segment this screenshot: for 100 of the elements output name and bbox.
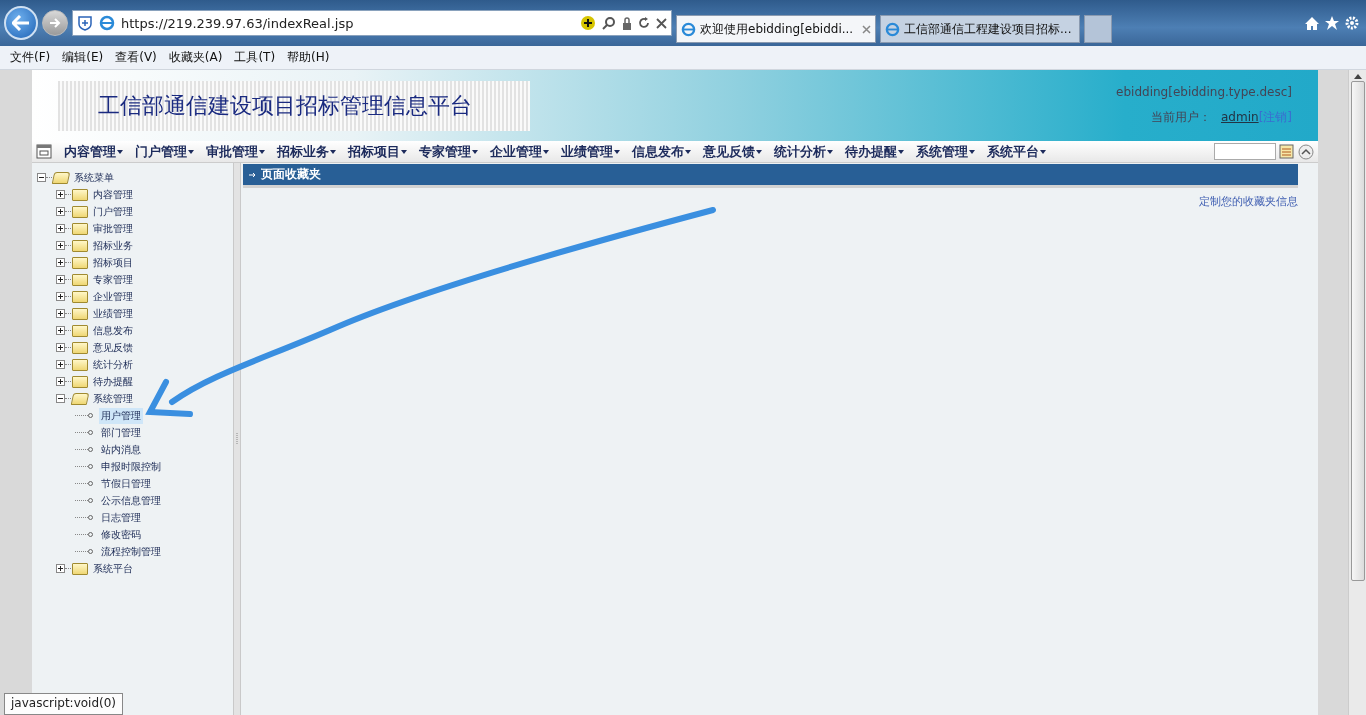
search-field[interactable]	[1214, 143, 1276, 160]
expand-toggle[interactable]	[56, 207, 65, 216]
tree-item[interactable]: 意见反馈	[91, 339, 135, 356]
tree-item[interactable]: 专家管理	[91, 271, 135, 288]
lock-icon	[622, 16, 632, 30]
nav-menu[interactable]: 专家管理	[413, 142, 484, 161]
caret-icon	[1040, 149, 1046, 154]
tree-item[interactable]: 内容管理	[91, 186, 135, 203]
browser-tab[interactable]: 工信部通信工程建设项目招标...	[880, 15, 1080, 43]
shield-icon	[77, 15, 93, 31]
menu-item[interactable]: 工具(T)	[228, 49, 282, 66]
back-button[interactable]	[4, 6, 38, 40]
tree-item[interactable]: 站内消息	[99, 441, 143, 458]
tree-item[interactable]: 公示信息管理	[99, 492, 163, 509]
folder-icon	[70, 392, 90, 405]
nav-menu[interactable]: 审批管理	[200, 142, 271, 161]
nav-menu[interactable]: 统计分析	[768, 142, 839, 161]
tree-item[interactable]: 节假日管理	[99, 475, 153, 492]
expand-toggle[interactable]	[56, 377, 65, 386]
menu-item[interactable]: 编辑(E)	[56, 49, 110, 66]
expand-toggle[interactable]	[56, 275, 65, 284]
tree-item[interactable]: 信息发布	[91, 322, 135, 339]
folder-icon	[72, 273, 88, 286]
nav-menu[interactable]: 招标项目	[342, 142, 413, 161]
expand-toggle[interactable]	[56, 309, 65, 318]
user-link[interactable]: admin	[1221, 110, 1259, 124]
expand-toggle[interactable]	[56, 258, 65, 267]
address-field[interactable]: https://219.239.97.63/indexReal.jsp	[72, 10, 672, 36]
caret-icon	[472, 149, 478, 154]
forward-button[interactable]	[42, 10, 68, 36]
tree-item[interactable]: 审批管理	[91, 220, 135, 237]
search-icon[interactable]	[602, 16, 616, 30]
tree-item[interactable]: 业绩管理	[91, 305, 135, 322]
nav-menu[interactable]: 门户管理	[129, 142, 200, 161]
nav-menu[interactable]: 待办提醒	[839, 142, 910, 161]
tree-item[interactable]: 招标项目	[91, 254, 135, 271]
scrollbar[interactable]	[1348, 70, 1366, 715]
nav-menu[interactable]: 企业管理	[484, 142, 555, 161]
close-icon[interactable]	[656, 17, 667, 29]
folder-icon	[72, 341, 88, 354]
tree-item[interactable]: 日志管理	[99, 509, 143, 526]
caret-icon	[259, 149, 265, 154]
menu-item[interactable]: 帮助(H)	[281, 49, 336, 66]
nav-menu[interactable]: 系统管理	[910, 142, 981, 161]
caret-icon	[330, 149, 336, 154]
customize-link[interactable]: 定制您的收藏夹信息	[1199, 194, 1298, 209]
nav-menu[interactable]: 信息发布	[626, 142, 697, 161]
nav-menu[interactable]: 系统平台	[981, 142, 1052, 161]
expand-toggle[interactable]	[56, 190, 65, 199]
folder-icon	[72, 358, 88, 371]
tree-item[interactable]: 待办提醒	[91, 373, 135, 390]
tree-item[interactable]: 流程控制管理	[99, 543, 163, 560]
tree-item[interactable]: 系统菜单	[72, 169, 116, 186]
nav-menu[interactable]: 内容管理	[58, 142, 129, 161]
expand-toggle[interactable]	[56, 564, 65, 573]
tree-item[interactable]: 门户管理	[91, 203, 135, 220]
nav-menu[interactable]: 业绩管理	[555, 142, 626, 161]
expand-toggle[interactable]	[56, 292, 65, 301]
menu-item[interactable]: 收藏夹(A)	[162, 49, 229, 66]
browser-tab[interactable]: 欢迎使用ebidding[ebiddi...	[676, 15, 876, 43]
folder-icon	[72, 256, 88, 269]
nav-menu[interactable]: 招标业务	[271, 142, 342, 161]
menu-item[interactable]: 查看(V)	[109, 49, 163, 66]
tree-item[interactable]: 企业管理	[91, 288, 135, 305]
collapse-toggle[interactable]	[37, 173, 46, 182]
expand-toggle[interactable]	[56, 326, 65, 335]
expand-toggle[interactable]	[56, 360, 65, 369]
tree-item[interactable]: 申报时限控制	[99, 458, 163, 475]
tree-item[interactable]: 用户管理	[99, 407, 143, 424]
home-icon[interactable]	[1304, 15, 1320, 31]
caret-icon	[401, 149, 407, 154]
tree-item[interactable]: 统计分析	[91, 356, 135, 373]
expand-toggle[interactable]	[56, 241, 65, 250]
collapse-toggle[interactable]	[56, 394, 65, 403]
folder-icon	[51, 171, 71, 184]
tree-item[interactable]: 招标业务	[91, 237, 135, 254]
up-arrow-icon[interactable]	[1353, 73, 1362, 79]
tree-item[interactable]: 系统平台	[91, 560, 135, 577]
tree-item[interactable]: 系统管理	[91, 390, 135, 407]
calendar-icon[interactable]	[36, 144, 52, 159]
tree-item[interactable]: 部门管理	[99, 424, 143, 441]
folder-icon	[72, 205, 88, 218]
nav-menu[interactable]: 意见反馈	[697, 142, 768, 161]
caret-icon	[117, 149, 123, 154]
star-icon[interactable]	[1324, 15, 1340, 31]
globe-icon	[99, 15, 115, 31]
close-icon[interactable]	[862, 24, 871, 34]
refresh-icon[interactable]	[638, 17, 650, 29]
folder-icon	[72, 324, 88, 337]
expand-toggle[interactable]	[56, 343, 65, 352]
caret-icon	[614, 149, 620, 154]
menu-item[interactable]: 文件(F)	[4, 49, 57, 66]
expand-toggle[interactable]	[56, 224, 65, 233]
settings-icon[interactable]	[1344, 15, 1360, 31]
caret-icon	[827, 149, 833, 154]
tree-item[interactable]: 修改密码	[99, 526, 143, 543]
collapse-icon[interactable]	[1298, 143, 1314, 160]
user-label: 当前用户：	[1151, 109, 1211, 126]
plus-icon[interactable]	[580, 15, 596, 31]
caret-icon	[543, 149, 549, 154]
